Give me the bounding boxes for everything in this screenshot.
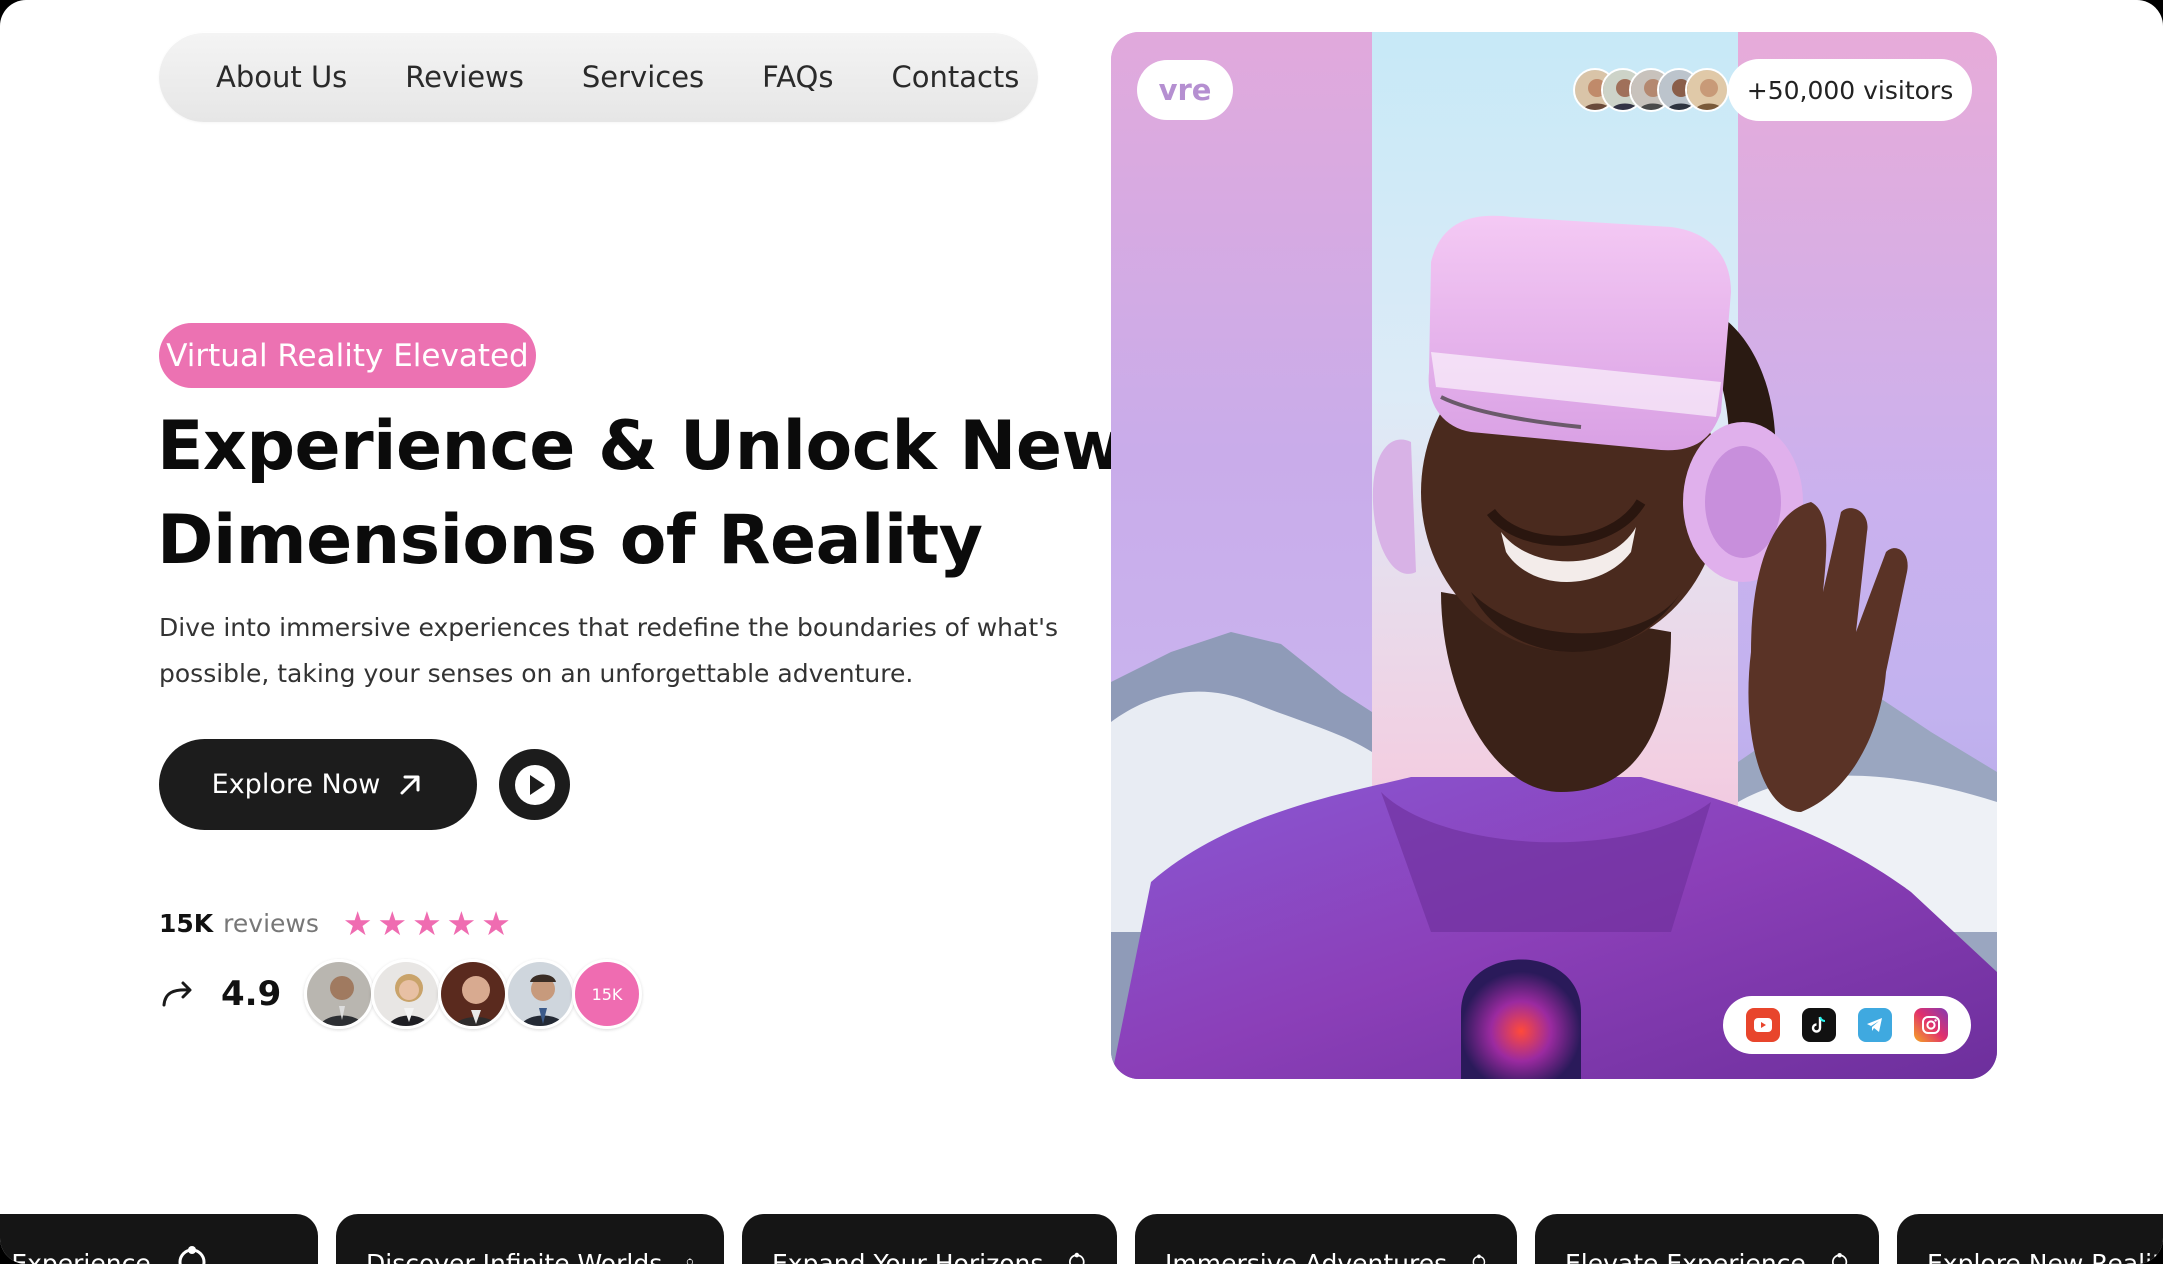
ticker-item[interactable]: Immersive Adventures bbox=[1135, 1214, 1517, 1264]
social-links bbox=[1723, 996, 1971, 1054]
ticker-item[interactable]: Discover Infinite Worlds bbox=[336, 1214, 724, 1264]
play-video-button[interactable] bbox=[499, 749, 570, 820]
visitor-avatars bbox=[1573, 68, 1729, 112]
arrow-up-right-icon bbox=[400, 775, 420, 794]
description-line-2: possible, taking your senses on an unfor… bbox=[159, 659, 914, 688]
nav-about-us[interactable]: About Us bbox=[216, 60, 347, 94]
explore-now-label: Explore Now bbox=[211, 769, 381, 800]
rating-score: 4.9 bbox=[221, 974, 282, 1014]
tagline-badge: Virtual Reality Elevated bbox=[159, 323, 536, 388]
description-line-1: Dive into immersive experiences that red… bbox=[159, 613, 1059, 642]
star-icon: ★ bbox=[481, 903, 511, 943]
curved-arrow-icon bbox=[162, 981, 192, 1007]
hero-headline: Experience & Unlock New Dimensions of Re… bbox=[157, 400, 1124, 588]
explore-now-button[interactable]: Explore Now bbox=[159, 739, 477, 830]
nav-faqs[interactable]: FAQs bbox=[762, 60, 833, 94]
reviews-count: 15K bbox=[159, 908, 214, 938]
loader-icon bbox=[1069, 1252, 1085, 1264]
avatar bbox=[1685, 68, 1729, 112]
nav-reviews[interactable]: Reviews bbox=[405, 60, 524, 94]
headline-line-1: Experience & Unlock New bbox=[157, 407, 1124, 486]
star-icon: ★ bbox=[342, 903, 373, 943]
avatar bbox=[304, 959, 374, 1029]
brand-logo[interactable]: vre bbox=[1137, 60, 1233, 120]
youtube-icon[interactable] bbox=[1746, 1008, 1780, 1042]
instagram-icon[interactable] bbox=[1914, 1008, 1948, 1042]
more-reviewers-badge: 15K bbox=[572, 959, 642, 1029]
loader-icon bbox=[1472, 1254, 1486, 1264]
page: About Us Reviews Services FAQs Contacts … bbox=[0, 0, 2163, 1264]
play-icon bbox=[514, 764, 555, 805]
reviews-word: reviews bbox=[223, 908, 319, 938]
star-icon: ★ bbox=[412, 903, 442, 943]
ticker-item[interactable]: Expand Your Horizons bbox=[742, 1214, 1117, 1264]
nav-services[interactable]: Services bbox=[582, 60, 704, 94]
visitors-count-badge: +50,000 visitors bbox=[1728, 59, 1972, 121]
marquee-ticker: Your Experience Discover Infinite Worlds… bbox=[0, 1214, 2163, 1264]
reviewer-avatars: 15K bbox=[304, 959, 642, 1029]
ticker-item[interactable]: Your Experience bbox=[0, 1214, 318, 1264]
star-icon: ★ bbox=[377, 903, 408, 943]
avatar bbox=[371, 959, 441, 1029]
loader-icon bbox=[178, 1246, 206, 1264]
telegram-icon[interactable] bbox=[1858, 1008, 1892, 1042]
hero-description: Dive into immersive experiences that red… bbox=[159, 605, 1059, 697]
hero-image-card: vre +50,000 visitors bbox=[1111, 32, 1997, 1079]
headline-line-2: Dimensions of Reality bbox=[157, 501, 983, 580]
ticker-item[interactable]: Elevate Experience bbox=[1535, 1214, 1879, 1264]
vr-person-illustration bbox=[1111, 215, 1997, 1079]
star-rating: ★ ★ ★ ★ ★ bbox=[343, 907, 511, 940]
top-nav: About Us Reviews Services FAQs Contacts bbox=[159, 32, 1038, 122]
ticker-item[interactable]: Explore New Realities bbox=[1897, 1214, 2163, 1264]
rating-row: 4.9 15K bbox=[159, 958, 642, 1030]
loader-icon bbox=[687, 1258, 694, 1264]
reviews-summary: 15K reviews ★ ★ ★ ★ ★ bbox=[159, 903, 511, 943]
loader-icon bbox=[1831, 1252, 1848, 1264]
star-icon: ★ bbox=[446, 903, 477, 943]
tiktok-icon[interactable] bbox=[1802, 1008, 1836, 1042]
avatar bbox=[505, 959, 575, 1029]
nav-contacts[interactable]: Contacts bbox=[891, 60, 1019, 94]
avatar bbox=[438, 959, 508, 1029]
